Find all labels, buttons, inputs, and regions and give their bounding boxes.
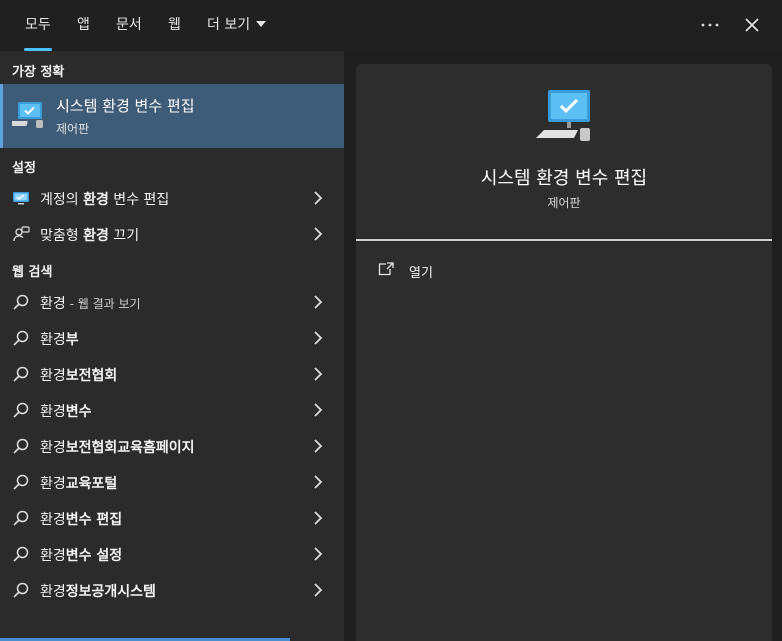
label-part: 끄기 xyxy=(108,228,140,244)
chevron-right-icon xyxy=(314,583,323,597)
tab-all[interactable]: 모두 xyxy=(24,0,52,51)
label-part: 환경 xyxy=(40,368,66,384)
label-match: 보전협회교육홈페이지 xyxy=(65,440,195,456)
close-icon xyxy=(745,18,759,32)
preview-divider xyxy=(356,239,772,241)
label-part: 변수 편집 xyxy=(108,192,170,208)
settings-item-label: 계정의 환경 변수 편집 xyxy=(40,189,169,209)
chevron-right-icon xyxy=(314,295,323,309)
preview-subtitle: 제어판 xyxy=(547,196,581,210)
label-part: 환경 xyxy=(40,404,66,420)
web-result-label: 환경정보공개시스템 xyxy=(40,581,156,601)
web-result-label: 환경보전협회 xyxy=(40,365,117,385)
chevron-right-icon xyxy=(314,439,323,453)
web-result-item[interactable]: 환경부 xyxy=(0,320,344,356)
tab-web-label: 웹 xyxy=(168,17,181,33)
more-options-button[interactable] xyxy=(697,12,723,38)
tab-all-label: 모두 xyxy=(25,17,51,33)
label-match: 환경 xyxy=(83,228,109,244)
tab-apps[interactable]: 앱 xyxy=(77,0,90,51)
monitor-settings-icon xyxy=(13,192,29,205)
chevron-right-icon xyxy=(314,547,323,561)
web-result-item[interactable]: 환경정보공개시스템 xyxy=(0,572,344,608)
more-options-icon xyxy=(701,23,719,27)
open-external-icon xyxy=(378,262,394,276)
tab-documents-label: 문서 xyxy=(116,17,142,33)
web-result-label: 환경교육포털 xyxy=(40,473,117,493)
tab-more[interactable]: 더 보기 xyxy=(207,0,267,51)
settings-item-label: 맞춤형 환경 끄기 xyxy=(40,225,139,245)
label-part: 환경 xyxy=(40,512,66,528)
web-result-see-web-results[interactable]: 환경 - 웹 결과 보기 xyxy=(0,284,344,320)
label-match: 부 xyxy=(65,332,79,348)
label-part: 환경 xyxy=(40,296,66,312)
label-part: 환경 xyxy=(40,548,66,564)
best-match-item[interactable]: 시스템 환경 변수 편집 제어판 xyxy=(0,84,344,148)
search-icon xyxy=(13,330,29,346)
search-icon xyxy=(13,366,29,382)
label-match: 보전협회 xyxy=(65,368,118,384)
section-best-match: 가장 정확 xyxy=(12,65,65,80)
tab-documents[interactable]: 문서 xyxy=(116,0,142,51)
web-result-item[interactable]: 환경교육포털 xyxy=(0,464,344,500)
web-result-label: 환경변수 설정 xyxy=(40,545,122,565)
chevron-right-icon xyxy=(314,331,323,345)
web-result-label: 환경 - 웹 결과 보기 xyxy=(40,293,141,313)
chevron-right-icon xyxy=(314,227,323,241)
search-icon xyxy=(13,402,29,418)
tab-apps-label: 앱 xyxy=(77,17,90,33)
label-part: 환경 xyxy=(40,476,66,492)
web-result-label: 환경변수 편집 xyxy=(40,509,122,529)
web-result-item[interactable]: 환경변수 xyxy=(0,392,344,428)
person-chat-icon xyxy=(13,226,30,242)
web-result-item[interactable]: 환경변수 편집 xyxy=(0,500,344,536)
monitor-checkmark-icon xyxy=(536,90,590,141)
label-part: 환경 xyxy=(40,332,66,348)
label-match: 정보공개시스템 xyxy=(65,584,156,600)
label-part: 계정의 xyxy=(40,192,84,208)
best-match-title: 시스템 환경 변수 편집 xyxy=(56,97,195,115)
search-icon xyxy=(13,546,29,562)
label-match: 교육포털 xyxy=(65,476,118,492)
search-icon xyxy=(13,582,29,598)
chevron-right-icon xyxy=(314,475,323,489)
search-icon xyxy=(13,438,29,454)
close-button[interactable] xyxy=(739,12,765,38)
web-result-item[interactable]: 환경보전협회 xyxy=(0,356,344,392)
label-match: 변수 설정 xyxy=(65,548,123,564)
chevron-right-icon xyxy=(314,191,323,205)
chevron-right-icon xyxy=(314,511,323,525)
label-part: 환경 xyxy=(40,584,66,600)
section-web-search: 웹 검색 xyxy=(12,265,53,280)
open-action-label: 열기 xyxy=(409,266,433,281)
label-part: 맞춤형 xyxy=(40,228,84,244)
tab-more-label: 더 보기 xyxy=(207,17,251,33)
settings-item-custom-env-off[interactable]: 맞춤형 환경 끄기 xyxy=(0,216,344,252)
settings-item-account-env-vars[interactable]: 계정의 환경 변수 편집 xyxy=(0,180,344,216)
web-result-label: 환경보전협회교육홈페이지 xyxy=(40,437,195,457)
search-icon xyxy=(13,510,29,526)
chevron-right-icon xyxy=(314,403,323,417)
web-result-label: 환경부 xyxy=(40,329,79,349)
preview-panel: 시스템 환경 변수 편집 제어판 열기 xyxy=(356,64,772,641)
chevron-right-icon xyxy=(314,367,323,381)
search-filter-bar: 모두 앱 문서 웹 더 보기 xyxy=(0,0,782,51)
label-part: 환경 xyxy=(40,440,66,456)
preview-title: 시스템 환경 변수 편집 xyxy=(480,168,648,189)
label-match: 환경 xyxy=(83,192,109,208)
section-settings: 설정 xyxy=(12,161,36,176)
label-match: 변수 xyxy=(65,404,92,420)
tab-web[interactable]: 웹 xyxy=(168,0,181,51)
web-result-item[interactable]: 환경보전협회교육홈페이지 xyxy=(0,428,344,464)
web-result-label: 환경변수 xyxy=(40,401,92,421)
search-icon xyxy=(13,474,29,490)
label-suffix: - 웹 결과 보기 xyxy=(65,297,141,311)
monitor-checkmark-icon xyxy=(12,102,43,128)
search-icon xyxy=(13,294,29,310)
best-match-subtitle: 제어판 xyxy=(56,122,90,136)
web-result-item[interactable]: 환경변수 설정 xyxy=(0,536,344,572)
chevron-down-icon xyxy=(256,21,267,27)
label-match: 변수 편집 xyxy=(65,512,123,528)
